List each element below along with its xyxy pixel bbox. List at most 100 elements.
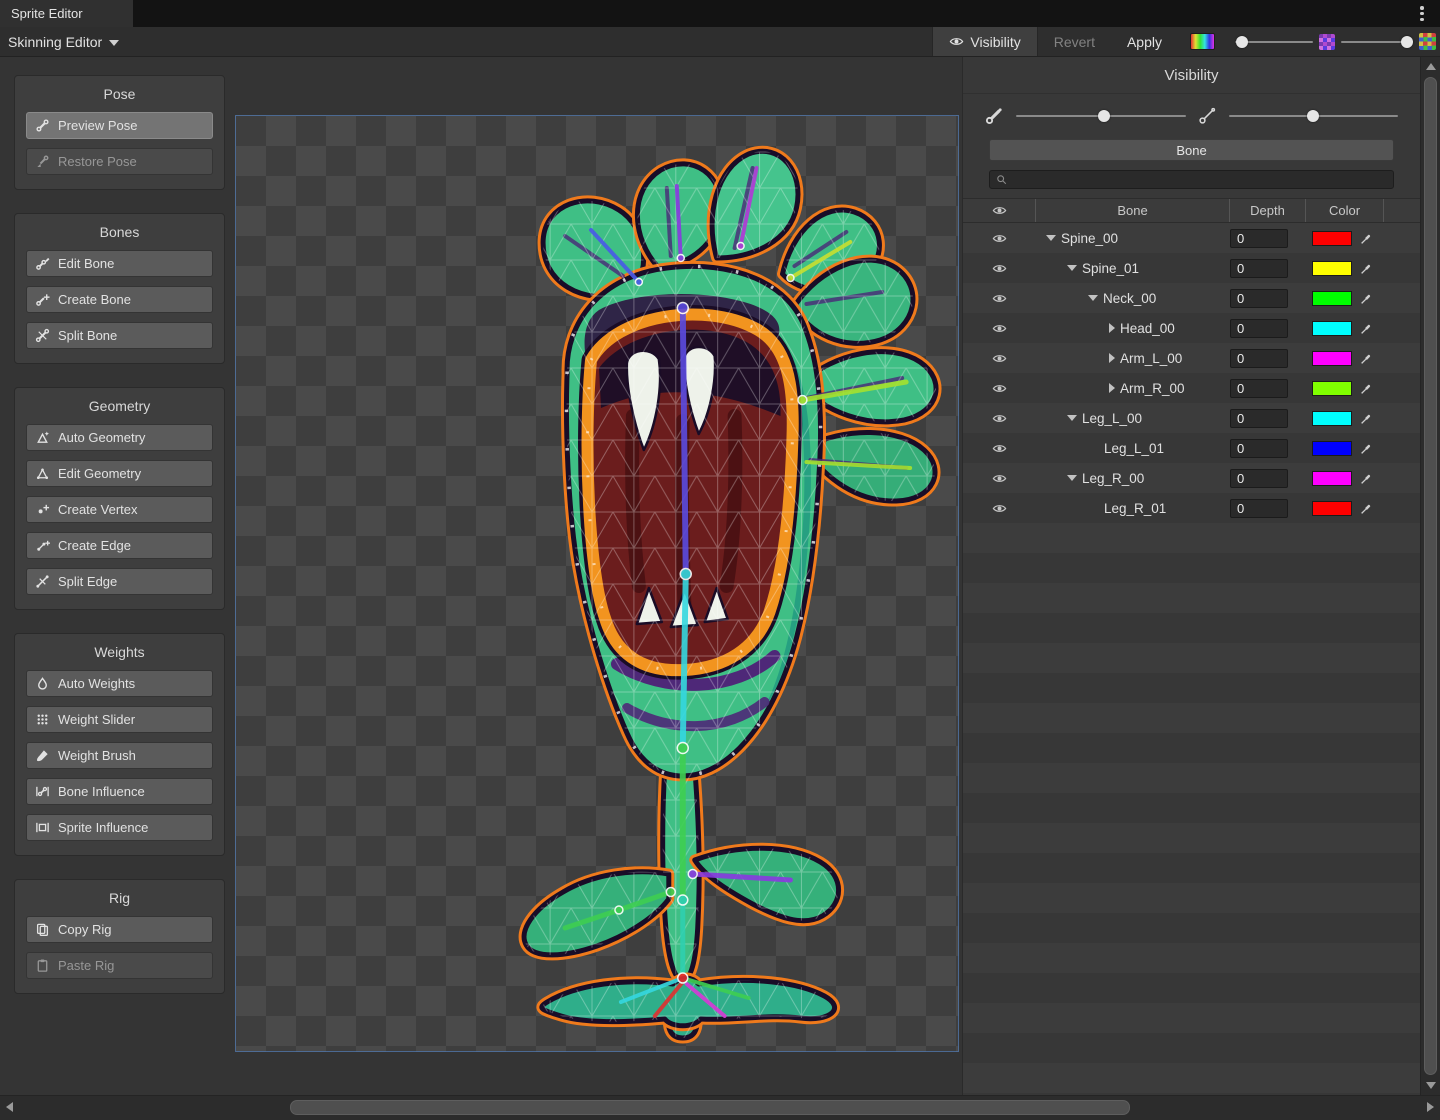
eyedropper-button[interactable] [1355,289,1377,307]
foldout-expanded-icon[interactable] [1067,415,1077,421]
foldout-expanded-icon[interactable] [1067,475,1077,481]
sprite-editor-tab[interactable]: Sprite Editor [0,0,133,27]
foldout-expanded-icon[interactable] [1088,295,1098,301]
eyedropper-button[interactable] [1355,349,1377,367]
scroll-right-arrow[interactable] [1427,1102,1434,1112]
eye-toggle[interactable] [963,313,1036,343]
color-mode-button[interactable] [1190,33,1215,50]
eye-toggle[interactable] [963,283,1036,313]
depth-input[interactable]: 0 [1230,469,1288,488]
toolbar-zoom-slider[interactable] [1341,36,1413,48]
vertical-scrollbar[interactable] [1420,57,1440,1095]
foldout-expanded-icon[interactable] [1067,265,1077,271]
depth-input[interactable]: 0 [1230,499,1288,518]
scroll-left-arrow[interactable] [6,1102,13,1112]
depth-input[interactable]: 0 [1230,439,1288,458]
eyedropper-button[interactable] [1355,379,1377,397]
bone-row-Leg_L_01[interactable]: Leg_L_010 [963,433,1420,463]
bone-color-swatch[interactable] [1312,441,1352,456]
bone-color-swatch[interactable] [1312,411,1352,426]
foldout-collapsed-icon[interactable] [1109,383,1115,393]
bone-row-Leg_R_00[interactable]: Leg_R_000 [963,463,1420,493]
header-depth-column[interactable]: Depth [1230,199,1306,222]
bone-color-swatch[interactable] [1312,321,1352,336]
eye-toggle[interactable] [963,223,1036,253]
eyedropper-button[interactable] [1355,229,1377,247]
eye-toggle[interactable] [963,463,1036,493]
weight-slider-button[interactable]: Weight Slider [26,706,213,733]
preview-pose-button[interactable]: Preview Pose [26,112,213,139]
apply-button[interactable]: Apply [1111,27,1178,56]
sprite-canvas[interactable] [235,115,959,1052]
foldout-collapsed-icon[interactable] [1109,323,1115,333]
bone-influence-button[interactable]: Bone Influence [26,778,213,805]
bone-tab-button[interactable]: Bone [989,139,1394,161]
eye-toggle[interactable] [963,373,1036,403]
split-edge-button[interactable]: Split Edge [26,568,213,595]
eyedropper-button[interactable] [1355,439,1377,457]
eyedropper-button[interactable] [1355,469,1377,487]
foldout-collapsed-icon[interactable] [1109,353,1115,363]
eye-toggle[interactable] [963,493,1036,523]
auto-weights-button[interactable]: Auto Weights [26,670,213,697]
slider-thumb[interactable] [1307,110,1319,122]
depth-input[interactable]: 0 [1230,409,1288,428]
bone-color-swatch[interactable] [1312,501,1352,516]
bone-row-Arm_R_00[interactable]: Arm_R_000 [963,373,1420,403]
header-color-column[interactable]: Color [1306,199,1384,222]
slider-thumb[interactable] [1236,36,1248,48]
eyedropper-button[interactable] [1355,409,1377,427]
scroll-up-arrow[interactable] [1426,63,1436,70]
bone-row-Neck_00[interactable]: Neck_000 [963,283,1420,313]
depth-input[interactable]: 0 [1230,349,1288,368]
bone-row-Arm_L_00[interactable]: Arm_L_000 [963,343,1420,373]
depth-input[interactable]: 0 [1230,379,1288,398]
split-bone-button[interactable]: Split Bone [26,322,213,349]
depth-input[interactable]: 0 [1230,319,1288,338]
bone-row-Leg_L_00[interactable]: Leg_L_000 [963,403,1420,433]
eye-toggle[interactable] [963,403,1036,433]
search-field[interactable] [989,170,1394,189]
foldout-expanded-icon[interactable] [1046,235,1056,241]
vertical-scrollbar-thumb[interactable] [1424,77,1437,1075]
bone-color-swatch[interactable] [1312,261,1352,276]
bone-color-swatch[interactable] [1312,381,1352,396]
create-edge-button[interactable]: Create Edge [26,532,213,559]
eye-toggle[interactable] [963,343,1036,373]
depth-input[interactable]: 0 [1230,259,1288,278]
kebab-menu-icon[interactable] [1414,5,1430,22]
weight-brush-button[interactable]: Weight Brush [26,742,213,769]
copy-rig-button[interactable]: Copy Rig [26,916,213,943]
visibility-toggle-button[interactable]: Visibility [932,27,1037,56]
revert-button[interactable]: Revert [1038,27,1111,56]
eyedropper-button[interactable] [1355,319,1377,337]
bone-row-Spine_01[interactable]: Spine_010 [963,253,1420,283]
bone-row-Leg_R_01[interactable]: Leg_R_010 [963,493,1420,523]
skinning-editor-dropdown[interactable]: Skinning Editor [0,27,129,56]
bone-color-swatch[interactable] [1312,291,1352,306]
toolbar-alpha-slider[interactable] [1235,36,1313,48]
bone-color-swatch[interactable] [1312,351,1352,366]
scroll-down-arrow[interactable] [1426,1082,1436,1089]
eye-toggle[interactable] [963,253,1036,283]
bone-color-swatch[interactable] [1312,471,1352,486]
header-bone-column[interactable]: Bone [1036,199,1230,222]
bone-opacity-slider[interactable] [1229,110,1399,122]
depth-input[interactable]: 0 [1230,289,1288,308]
slider-thumb[interactable] [1401,36,1413,48]
bone-color-swatch[interactable] [1312,231,1352,246]
bone-row-Spine_00[interactable]: Spine_000 [963,223,1420,253]
depth-input[interactable]: 0 [1230,229,1288,248]
create-bone-button[interactable]: Create Bone [26,286,213,313]
restore-pose-button[interactable]: Restore Pose [26,148,213,175]
create-vertex-button[interactable]: Create Vertex [26,496,213,523]
horizontal-scrollbar-thumb[interactable] [290,1100,1130,1115]
eye-toggle[interactable] [963,433,1036,463]
sprite-influence-button[interactable]: Sprite Influence [26,814,213,841]
eyedropper-button[interactable] [1355,499,1377,517]
edit-bone-button[interactable]: Edit Bone [26,250,213,277]
eyedropper-button[interactable] [1355,259,1377,277]
slider-thumb[interactable] [1098,110,1110,122]
bone-row-Head_00[interactable]: Head_000 [963,313,1420,343]
paste-rig-button[interactable]: Paste Rig [26,952,213,979]
